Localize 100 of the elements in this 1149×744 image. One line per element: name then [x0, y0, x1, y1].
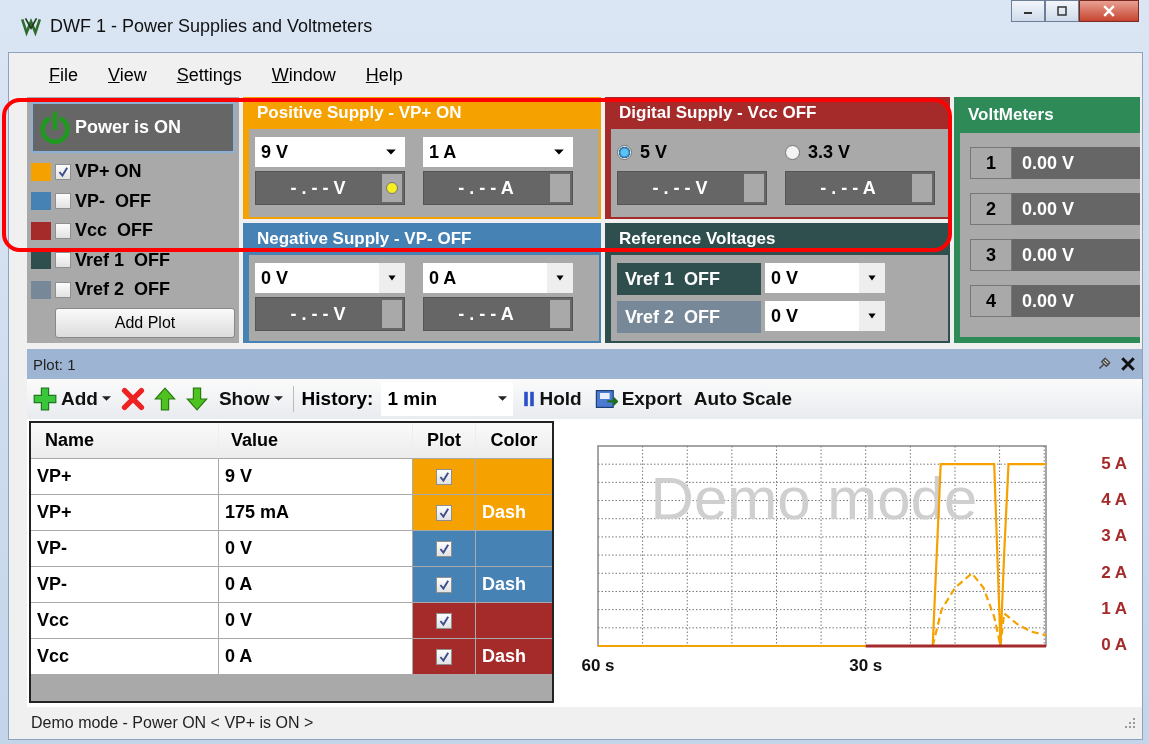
channel-checkbox[interactable] [55, 252, 71, 269]
down-arrow-icon[interactable] [184, 387, 209, 411]
channel-label: Vref 1 OFF [75, 249, 171, 271]
current-dropdown[interactable]: 0 A [423, 263, 573, 293]
caret-icon [385, 148, 397, 156]
table-cell: 0 V [219, 603, 412, 638]
export-icon [593, 387, 618, 411]
show-button[interactable]: Show [216, 388, 285, 410]
delete-icon[interactable] [120, 387, 145, 411]
y-tick-label: 5 A [1101, 453, 1127, 473]
y-tick-label: 1 A [1101, 599, 1127, 619]
caret-icon [866, 312, 878, 320]
plot-title: Plot: 1 [33, 355, 76, 373]
line-style-cell: Dash [476, 567, 552, 602]
plot-checkbox[interactable] [436, 612, 452, 629]
channel-label: Vref 2 OFF [75, 279, 171, 301]
channel-checkbox[interactable] [55, 222, 71, 239]
y-tick-label: 3 A [1101, 526, 1127, 546]
reference-label: Vref 2 OFF [617, 301, 761, 333]
reference-label: Vref 1 OFF [617, 263, 761, 295]
auto-scale-button[interactable]: Auto Scale [691, 388, 794, 410]
caret-icon [554, 274, 566, 282]
maximize-icon [1057, 6, 1067, 16]
channel-checkbox[interactable] [55, 281, 71, 298]
menu-item[interactable]: Help [365, 64, 403, 86]
pin-icon[interactable] [1096, 356, 1112, 372]
plot-checkbox[interactable] [436, 540, 452, 557]
voltage-radio[interactable]: 5 V [617, 137, 767, 167]
meter-number: 3 [970, 239, 1012, 271]
plus-icon [33, 387, 57, 411]
table-cell: VP- [31, 567, 218, 602]
add-button[interactable]: Add [31, 387, 113, 411]
menu-item[interactable]: File [49, 64, 78, 86]
meter-reading: 0.00 V [1012, 285, 1140, 317]
table-cell: 0 A [219, 639, 412, 674]
close-icon [1103, 5, 1115, 17]
pause-icon [523, 390, 536, 408]
plot-checkbox[interactable] [436, 648, 452, 665]
history-dropdown[interactable]: 1 min [381, 382, 514, 416]
table-cell: 0 V [219, 531, 412, 566]
line-style-cell: Dash [476, 495, 552, 530]
add-plot-button[interactable]: Add Plot [55, 308, 235, 338]
maximize-button[interactable] [1045, 0, 1079, 22]
close-button[interactable] [1079, 0, 1139, 22]
close-icon[interactable] [1120, 356, 1136, 372]
table-cell: VP+ [31, 459, 218, 494]
menu-item[interactable]: Window [271, 64, 336, 86]
menu-item[interactable]: Settings [176, 64, 242, 86]
channel-checkbox[interactable] [55, 193, 71, 210]
reference-dropdown[interactable]: 0 V [765, 301, 885, 331]
caret-icon [273, 396, 283, 402]
current-dropdown[interactable]: 1 A [423, 137, 573, 167]
table-cell: VP+ [31, 495, 218, 530]
x-tick-label: 60 s [581, 656, 615, 675]
table-cell: 175 mA [219, 495, 412, 530]
voltage-radio[interactable]: 3.3 V [785, 137, 935, 167]
minimize-button[interactable] [1011, 0, 1045, 22]
menu-item[interactable]: View [108, 64, 147, 86]
table-cell: 0 A [219, 567, 412, 602]
meter-number: 1 [970, 147, 1012, 179]
caret-icon [866, 274, 878, 282]
caret-icon [553, 148, 565, 156]
meter-reading: 0.00 V [1012, 147, 1140, 179]
reading-display: - . - - V [255, 297, 405, 331]
channel-label: VP- OFF [75, 190, 151, 212]
channel-label: Vcc OFF [75, 220, 154, 242]
voltage-dropdown[interactable]: 9 V [255, 137, 405, 167]
resize-grip-icon[interactable] [1124, 717, 1136, 729]
caret-icon [386, 274, 398, 282]
reference-dropdown[interactable]: 0 V [765, 263, 885, 293]
y-tick-label: 0 A [1101, 635, 1127, 655]
y-tick-label: 2 A [1101, 562, 1127, 582]
reading-display: - . - - A [423, 171, 573, 205]
power-icon [37, 109, 73, 146]
export-button[interactable]: Export [591, 387, 684, 411]
table-cell: Vcc [31, 639, 218, 674]
line-style-cell: Dash [476, 639, 552, 674]
x-tick-label: 30 s [849, 656, 883, 675]
plot-checkbox[interactable] [436, 468, 452, 485]
table-cell: Vcc [31, 603, 218, 638]
reading-display: - . - - V [255, 171, 405, 205]
up-arrow-icon[interactable] [152, 387, 177, 411]
meter-number: 4 [970, 285, 1012, 317]
caret-icon [498, 396, 508, 402]
reading-display: - . - - V [617, 171, 767, 205]
voltage-dropdown[interactable]: 0 V [255, 263, 405, 293]
meter-number: 2 [970, 193, 1012, 225]
channel-checkbox[interactable] [55, 163, 71, 180]
plot-checkbox[interactable] [436, 576, 452, 593]
meter-reading: 0.00 V [1012, 193, 1140, 225]
hold-button[interactable]: Hold [521, 388, 584, 410]
power-button[interactable]: Power is ON [31, 102, 235, 154]
table-cell: 9 V [219, 459, 412, 494]
y-tick-label: 4 A [1101, 490, 1127, 510]
status-text: Demo mode - Power ON < VP+ is ON > [31, 714, 314, 732]
caret-icon [101, 396, 111, 402]
plot-checkbox[interactable] [436, 504, 452, 521]
app-icon [20, 15, 42, 37]
table-cell: VP- [31, 531, 218, 566]
window-title: DWF 1 - Power Supplies and Voltmeters [50, 15, 373, 37]
